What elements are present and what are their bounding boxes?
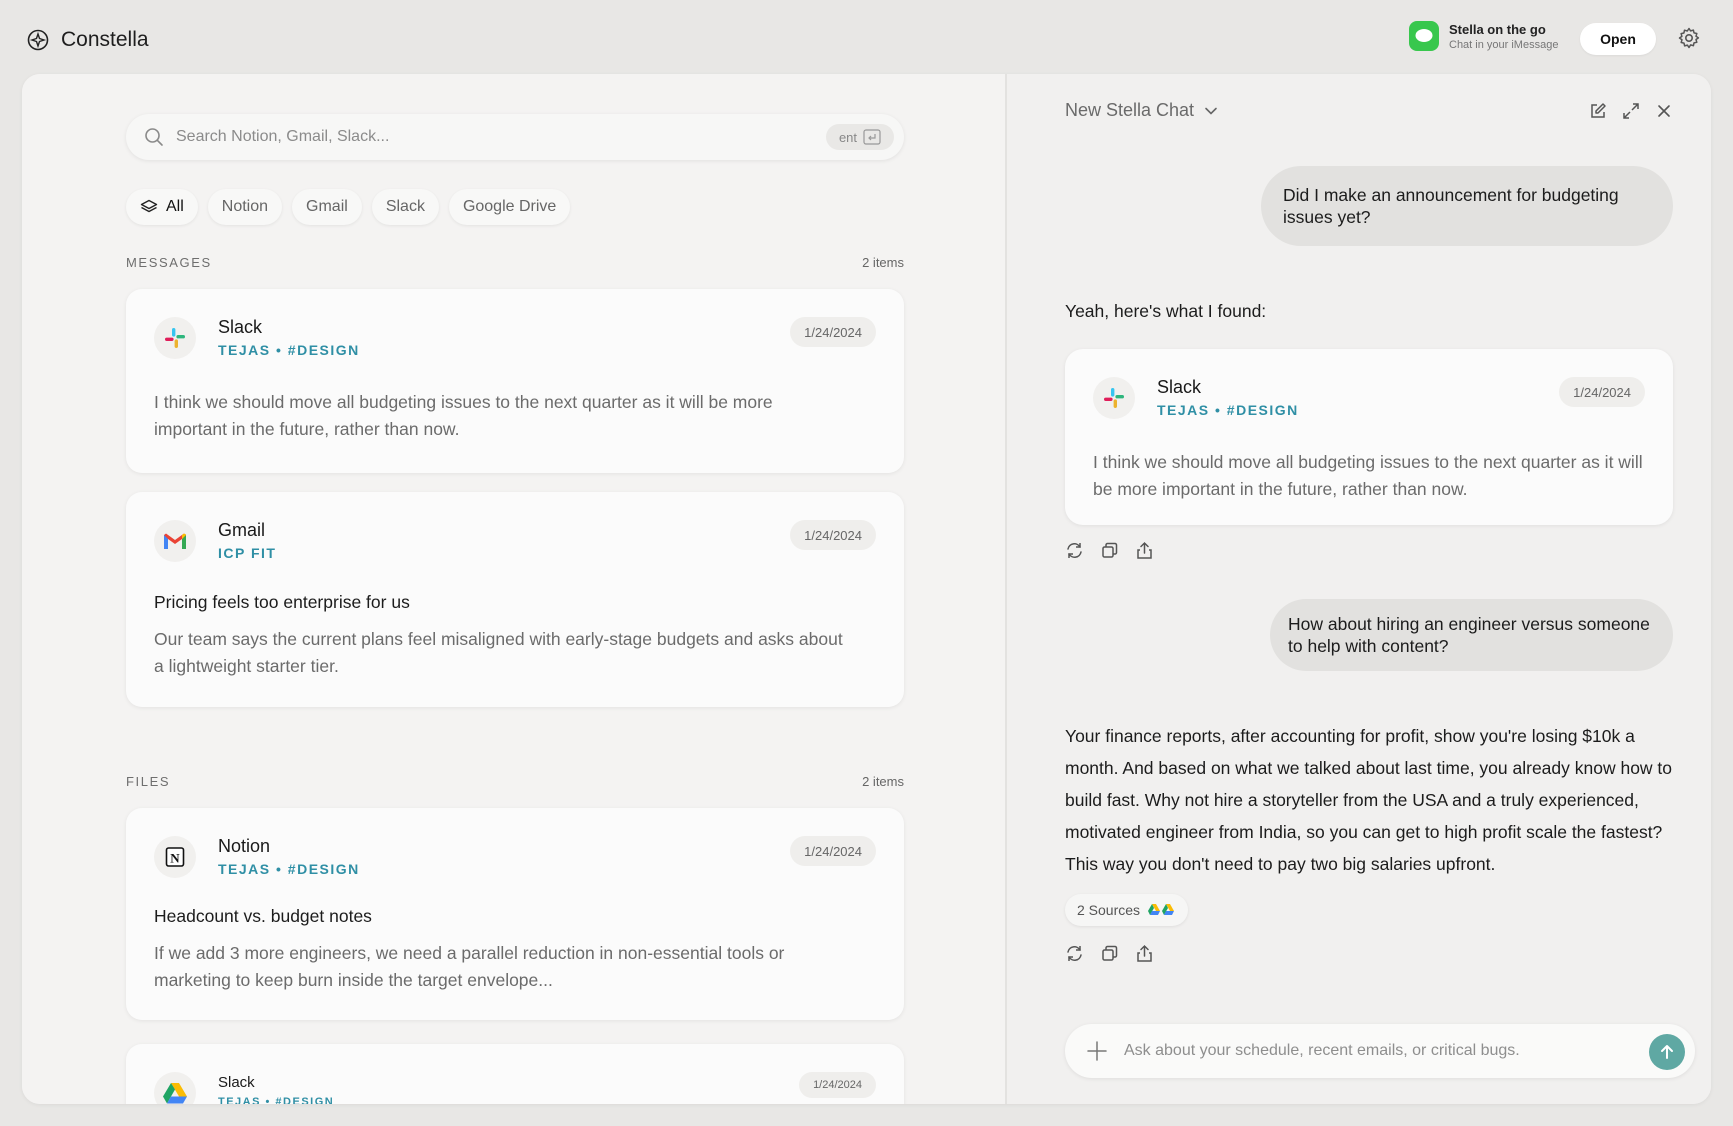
message-card[interactable]: Gmail ICP FIT 1/24/2024 Pricing feels to… [126,492,904,707]
regenerate-icon[interactable] [1065,541,1084,560]
source-meta: TEJAS • #DESIGN [1157,402,1299,418]
main-panel: ent All Notion Gmail Slack Google Drive … [22,74,1711,1104]
file-body: If we add 3 more engineers, we need a pa… [154,943,785,990]
sources-label: 2 Sources [1077,902,1141,918]
brand[interactable]: Constella [27,28,149,52]
top-bar: Constella Stella on the go Chat in your … [0,0,1733,74]
filter-google-drive[interactable]: Google Drive [448,189,571,225]
message-body: I think we should move all budgeting iss… [1093,452,1643,499]
expand-icon[interactable] [1622,102,1640,120]
user-message-bubble: How about hiring an engineer versus some… [1270,599,1673,671]
share-icon[interactable] [1135,541,1154,560]
send-button[interactable] [1649,1034,1685,1070]
slack-logo-icon [154,317,196,359]
source-name: Notion [218,836,271,856]
layers-icon [140,199,158,213]
message-body: I think we should move all budgeting iss… [154,392,773,439]
sources-pill[interactable]: 2 Sources [1065,894,1189,926]
date-badge: 1/24/2024 [790,520,876,550]
result-card[interactable]: Slack TEJAS • #DESIGN 1/24/2024 I think … [1065,349,1673,525]
settings-gear-icon[interactable] [1677,26,1701,50]
files-section-label: FILES [126,774,171,789]
slack-logo-icon [1093,377,1135,419]
date-badge: 1/24/2024 [799,1072,876,1098]
app-name: Constella [61,28,149,51]
filter-label: All [166,198,184,215]
filter-notion[interactable]: Notion [207,189,283,225]
promo-title: Stella on the go [1449,21,1546,37]
chat-composer [1065,1024,1695,1078]
source-name: Slack [218,317,263,337]
user-message-bubble: Did I make an announcement for budgeting… [1261,166,1673,246]
message-actions [1065,541,1154,560]
filter-slack[interactable]: Slack [371,189,439,225]
chevron-down-icon [1205,107,1217,115]
arrow-up-icon [1661,1045,1673,1059]
search-icon [145,128,163,146]
assistant-answer: Your finance reports, after accounting f… [1065,726,1673,874]
filter-all[interactable]: All [126,189,198,225]
search-bar: ent [126,114,904,160]
source-filters: All Notion Gmail Slack Google Drive [126,189,571,225]
svg-text:N: N [170,851,180,866]
google-drive-logo-icon [154,1072,196,1104]
message-card[interactable]: Slack TEJAS • #DESIGN 1/24/2024 I think … [126,289,904,473]
source-meta: ICP FIT [218,545,277,561]
enter-key-icon [863,129,881,145]
chat-title-dropdown[interactable]: New Stella Chat [1065,100,1218,121]
regenerate-icon[interactable] [1065,944,1084,963]
new-chat-edit-icon[interactable] [1589,102,1607,120]
gmail-logo-icon [154,520,196,562]
source-meta: TEJAS • #DESIGN [218,342,360,358]
google-drive-icon [1148,904,1175,915]
messages-count: 2 items [862,255,904,270]
promo-subtitle: Chat in your iMessage [1449,38,1559,51]
message-title: Pricing feels too enterprise for us [154,592,410,612]
chat-pane: New Stella Chat Did I make an announceme… [1007,74,1711,1104]
messages-section-label: MESSAGES [126,255,212,270]
source-name: Gmail [218,520,266,540]
share-icon[interactable] [1135,944,1154,963]
message-body: Our team says the current plans feel mis… [154,629,843,676]
imessage-icon [1409,21,1439,51]
file-card[interactable]: Slack TEJAS • #DESIGN 1/24/2024 [126,1044,904,1104]
date-badge: 1/24/2024 [790,317,876,347]
open-imessage-button[interactable]: Open [1580,23,1656,55]
copy-icon[interactable] [1100,541,1119,560]
chat-header-actions [1589,102,1673,120]
file-title: Headcount vs. budget notes [154,906,372,926]
shortcut-label: ent [838,129,858,145]
files-count: 2 items [862,774,904,789]
date-badge: 1/24/2024 [1559,377,1645,407]
source-meta: TEJAS • #DESIGN [218,1096,335,1104]
assistant-reply-intro: Yeah, here's what I found: [1065,301,1267,321]
close-icon[interactable] [1655,102,1673,120]
copy-icon[interactable] [1100,944,1119,963]
date-badge: 1/24/2024 [790,836,876,866]
file-card[interactable]: N Notion TEJAS • #DESIGN 1/24/2024 Headc… [126,808,904,1020]
plus-icon[interactable] [1085,1039,1109,1063]
search-input[interactable] [176,114,816,160]
notion-logo-icon: N [154,836,196,878]
source-name: Slack [1157,377,1202,397]
filter-gmail[interactable]: Gmail [292,189,362,225]
source-meta: TEJAS • #DESIGN [218,861,360,877]
chat-input[interactable] [1124,1024,1624,1078]
search-results-pane: ent All Notion Gmail Slack Google Drive … [22,74,1006,1104]
constella-logo-icon [27,29,49,51]
chat-title: New Stella Chat [1065,100,1195,120]
source-name: Slack [218,1074,255,1091]
message-actions [1065,944,1154,963]
enter-shortcut-hint: ent [826,124,894,150]
imessage-promo: Stella on the go Chat in your iMessage [1409,21,1558,51]
